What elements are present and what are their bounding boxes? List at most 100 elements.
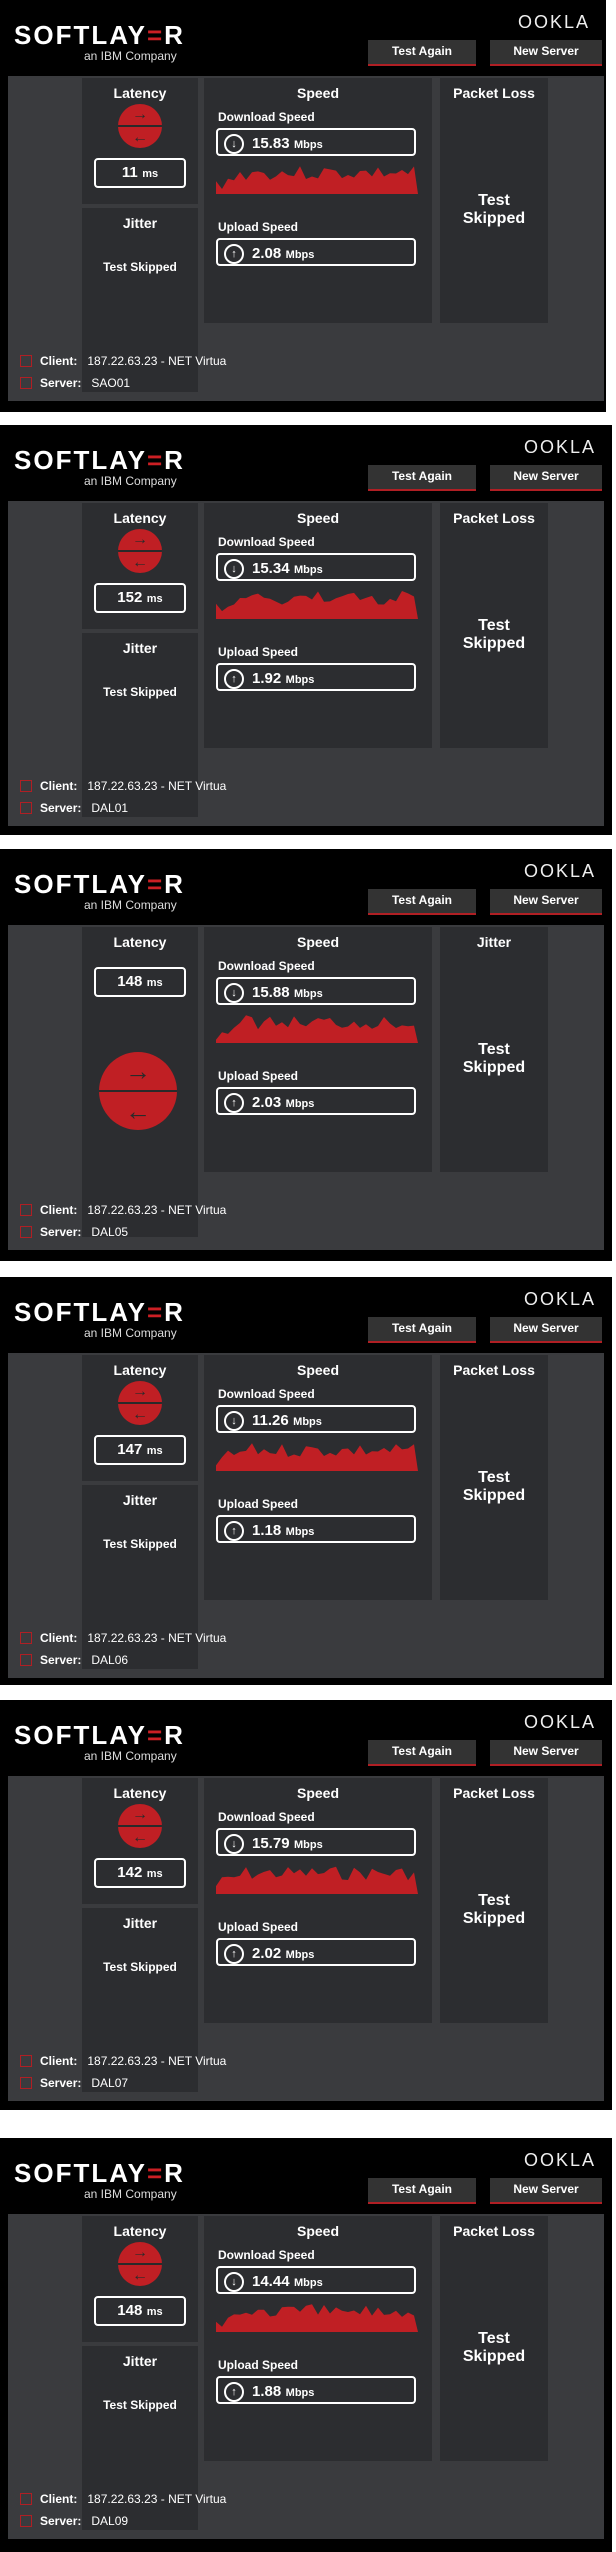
skipped-line-2: Skipped — [462, 2348, 526, 2365]
server-value: SAO01 — [91, 376, 131, 390]
server-label: Server: — [40, 1225, 82, 1239]
logo-accent: = — [146, 2158, 165, 2188]
latency-value: 148 — [117, 2302, 143, 2319]
skipped-line-1: Test — [478, 617, 510, 634]
jitter-skipped: Test Skipped — [103, 260, 177, 274]
upload-value-box: ↑ 2.08 Mbps — [216, 238, 416, 266]
download-label: Download Speed — [218, 959, 315, 973]
logo-text-right: R — [164, 445, 185, 475]
results-dashboard: Latency →← 142 ms Jitter Test Skipped →← — [8, 1776, 604, 2101]
skipped-line-1: Test — [478, 1469, 510, 1486]
logo-subtitle: an IBM Company — [84, 49, 177, 63]
new-server-button[interactable]: New Server — [490, 1740, 602, 1766]
server-row: Server: DAL01 — [20, 801, 128, 815]
download-label: Download Speed — [218, 110, 315, 124]
softlayer-logo: SOFTLAY=R an IBM Company — [14, 2158, 185, 2201]
logo-text-right: R — [164, 2158, 185, 2188]
softlayer-logo: SOFTLAY=R an IBM Company — [14, 20, 185, 63]
test-again-button[interactable]: Test Again — [368, 1740, 476, 1766]
upload-value-box: ↑ 2.03 Mbps — [216, 1087, 416, 1115]
server-label: Server: — [40, 801, 82, 815]
latency-arrows-icon: → ← — [118, 104, 162, 148]
latency-title: Latency — [113, 1785, 167, 1801]
download-arrow-icon: ↓ — [224, 2271, 244, 2292]
ookla-logo: OOKLA — [523, 861, 596, 881]
test-again-button[interactable]: Test Again — [368, 889, 476, 915]
download-unit: Mbps — [294, 139, 323, 151]
download-graph — [216, 166, 418, 194]
latency-column: Latency →← 147 ms Jitter Test Skipped →← — [82, 1355, 198, 1669]
client-label: Client: — [40, 1631, 78, 1645]
client-value: 187.22.63.23 - NET Virtua — [87, 2492, 227, 2506]
download-graph — [216, 1443, 418, 1471]
download-label: Download Speed — [218, 1810, 315, 1824]
latency-title: Latency — [113, 85, 167, 101]
new-server-button[interactable]: New Server — [490, 2178, 602, 2204]
test-again-button[interactable]: Test Again — [368, 1317, 476, 1343]
new-server-button[interactable]: New Server — [490, 1317, 602, 1343]
latency-title: Latency — [113, 1362, 167, 1378]
server-value: DAL09 — [91, 2514, 129, 2528]
results-dashboard: Latency →← 148 ms Jitter Test Skipped →← — [8, 2214, 604, 2539]
skipped-line-1: Test — [478, 1041, 510, 1058]
right-metric-title: Packet Loss — [453, 510, 535, 526]
upload-value: 2.03 — [252, 1094, 282, 1111]
client-square-icon — [20, 2055, 32, 2067]
new-server-button[interactable]: New Server — [490, 40, 602, 66]
results-dashboard: Latency →← 152 ms Jitter Test Skipped →← — [8, 501, 604, 826]
download-arrow-icon: ↓ — [224, 982, 244, 1003]
test-again-button[interactable]: Test Again — [368, 2178, 476, 2204]
jitter-title: Jitter — [122, 1915, 158, 1931]
latency-unit: ms — [142, 168, 159, 180]
download-arrow-icon: ↓ — [224, 133, 244, 154]
download-label: Download Speed — [218, 2248, 315, 2262]
download-graph — [216, 2304, 418, 2332]
download-value: 15.83 — [252, 135, 290, 152]
logo-text-left: SOFTLAY — [14, 1720, 147, 1750]
ookla-logo: OOKLA — [517, 12, 590, 32]
server-square-icon — [20, 1226, 32, 1238]
logo-accent: = — [146, 1297, 165, 1327]
logo-subtitle: an IBM Company — [84, 2187, 177, 2201]
logo-subtitle: an IBM Company — [84, 1326, 177, 1340]
download-graph — [216, 591, 418, 619]
download-graph-area — [216, 1866, 418, 1894]
softlayer-logo: SOFTLAY=R an IBM Company — [14, 869, 185, 912]
download-value-box: ↓ 15.34 Mbps — [216, 553, 416, 581]
client-row: Client: 187.22.63.23 - NET Virtua — [20, 1203, 226, 1217]
upload-label: Upload Speed — [218, 1497, 299, 1511]
client-label: Client: — [40, 1203, 78, 1217]
skipped-line-1: Test — [478, 2330, 510, 2347]
download-arrow-icon: ↓ — [224, 558, 244, 579]
download-unit: Mbps — [294, 564, 323, 576]
client-row: Client: 187.22.63.23 - NET Virtua — [20, 2054, 226, 2068]
server-row: Server: DAL07 — [20, 2076, 128, 2090]
right-metric-skipped: Test Skipped — [440, 1469, 548, 1505]
test-again-button[interactable]: Test Again — [368, 465, 476, 491]
new-server-button[interactable]: New Server — [490, 889, 602, 915]
latency-unit: ms — [146, 977, 163, 989]
server-square-icon — [20, 802, 32, 814]
upload-value-box: ↑ 2.02 Mbps — [216, 1938, 416, 1966]
download-graph-area — [216, 1443, 418, 1471]
right-metric-skipped: Test Skipped — [440, 1041, 548, 1077]
download-arrow-icon: ↓ — [224, 1410, 244, 1431]
client-square-icon — [20, 2493, 32, 2505]
logo-text-left: SOFTLAY — [14, 2158, 147, 2188]
server-label: Server: — [40, 2076, 82, 2090]
test-again-button[interactable]: Test Again — [368, 40, 476, 66]
speed-column: Speed Download Speed ↓ 14.44 Mbps Upload … — [204, 2216, 432, 2461]
upload-arrow-icon: ↑ — [224, 2381, 244, 2402]
latency-value: 142 — [117, 1864, 143, 1881]
server-row: Server: DAL09 — [20, 2514, 128, 2528]
speed-title: Speed — [296, 1785, 339, 1801]
upload-arrow-icon: ↑ — [224, 1092, 244, 1113]
right-metric-title: Packet Loss — [453, 85, 535, 101]
right-metric-column: Packet Loss Test Skipped — [440, 78, 548, 323]
speed-title: Speed — [296, 2223, 339, 2239]
speed-title: Speed — [296, 85, 339, 101]
upload-arrow-icon: ↑ — [224, 668, 244, 689]
server-value: DAL01 — [91, 801, 129, 815]
new-server-button[interactable]: New Server — [490, 465, 602, 491]
logo-subtitle: an IBM Company — [84, 1749, 177, 1763]
